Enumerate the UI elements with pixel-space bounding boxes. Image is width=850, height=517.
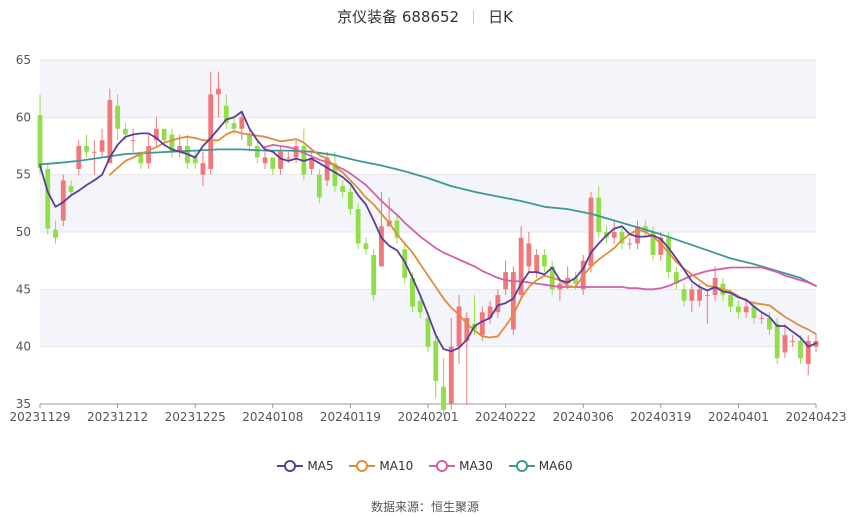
candle-body bbox=[735, 306, 741, 313]
x-tick-label: 20240201 bbox=[397, 410, 458, 424]
y-tick-label: 55 bbox=[16, 168, 31, 182]
x-tick-label: 20240306 bbox=[553, 410, 614, 424]
candle-body bbox=[798, 340, 803, 359]
x-tick-label: 20240319 bbox=[630, 410, 691, 424]
candle-body bbox=[759, 318, 765, 319]
candle-body bbox=[627, 243, 633, 245]
candle-body bbox=[316, 174, 322, 198]
candle-body bbox=[689, 289, 695, 301]
candle-body bbox=[247, 134, 252, 146]
legend-label-ma5: MA5 bbox=[307, 459, 334, 473]
x-tick-label: 20231212 bbox=[87, 410, 148, 424]
y-tick-label: 65 bbox=[16, 53, 31, 67]
candle-body bbox=[285, 157, 291, 159]
x-tick-label: 20240119 bbox=[320, 410, 381, 424]
candle-body bbox=[425, 318, 431, 347]
x-tick-label: 20240108 bbox=[242, 410, 303, 424]
legend-swatch-ma60 bbox=[508, 459, 535, 473]
candle-body bbox=[371, 254, 377, 296]
candle-body bbox=[417, 300, 423, 313]
legend-label-ma60: MA60 bbox=[538, 459, 573, 473]
candle-body bbox=[743, 306, 749, 313]
candle-body bbox=[37, 115, 43, 168]
candle-body bbox=[790, 340, 796, 342]
data-source: 数据来源：恒生聚源 bbox=[0, 498, 850, 515]
candle-body bbox=[681, 289, 687, 301]
candle-body bbox=[697, 289, 703, 301]
candle-body bbox=[84, 146, 89, 152]
candle-body bbox=[115, 105, 121, 129]
candle-body bbox=[363, 243, 369, 250]
legend-swatch-ma10 bbox=[349, 459, 376, 473]
x-tick-label: 20231129 bbox=[9, 410, 70, 424]
legend-swatch-ma30 bbox=[429, 459, 456, 473]
y-tick-label: 60 bbox=[16, 110, 31, 124]
x-tick-label: 20240423 bbox=[785, 410, 846, 424]
candle-body bbox=[270, 157, 276, 169]
candle-body bbox=[239, 117, 245, 129]
legend-label-ma10: MA10 bbox=[379, 459, 414, 473]
y-tick-label: 50 bbox=[16, 225, 31, 239]
candle-body bbox=[782, 335, 788, 353]
x-tick-label: 20231225 bbox=[165, 410, 226, 424]
candle-body bbox=[161, 128, 167, 141]
legend-item-ma5[interactable]: MA5 bbox=[277, 459, 334, 473]
candle-body bbox=[200, 163, 206, 175]
candle-body bbox=[99, 140, 105, 152]
x-tick-label: 20240401 bbox=[708, 410, 769, 424]
candle-body bbox=[130, 140, 136, 142]
legend-label-ma30: MA30 bbox=[459, 459, 493, 473]
candle-body bbox=[541, 254, 547, 267]
candle-body bbox=[728, 295, 734, 307]
candle-body bbox=[45, 168, 51, 229]
data-source-value: 恒生聚源 bbox=[431, 500, 480, 514]
candle-body bbox=[340, 186, 346, 192]
data-source-label: 数据来源： bbox=[370, 500, 431, 514]
candle-body bbox=[231, 123, 237, 129]
candle-body bbox=[278, 151, 283, 169]
candle-body bbox=[448, 346, 454, 404]
legend-item-ma60[interactable]: MA60 bbox=[508, 459, 573, 473]
candle-body bbox=[53, 229, 58, 238]
candlestick-chart: 35 40 45 50 55 60 65 20231129 20231212 20231225 20… bbox=[9, 53, 846, 424]
candle-body bbox=[433, 340, 439, 382]
candle-body bbox=[534, 254, 540, 273]
x-tick-label: 20240222 bbox=[475, 410, 536, 424]
candle-body bbox=[262, 157, 268, 164]
candle-body bbox=[704, 295, 710, 297]
y-tick-label: 45 bbox=[16, 282, 31, 296]
candle-body bbox=[355, 209, 361, 244]
candle-body bbox=[526, 243, 532, 267]
candle-body bbox=[68, 186, 74, 192]
grid-band bbox=[40, 60, 816, 118]
candle-body bbox=[216, 88, 221, 95]
candle-body bbox=[479, 312, 485, 336]
grid-band bbox=[40, 174, 816, 232]
y-tick-label: 35 bbox=[16, 397, 31, 411]
candle-body bbox=[208, 94, 214, 169]
chart-legend: MA5 MA10 MA30 MA60 bbox=[0, 459, 850, 473]
candle-body bbox=[76, 146, 82, 169]
candle-body bbox=[122, 128, 128, 135]
y-tick-label: 40 bbox=[16, 340, 31, 354]
candle-body bbox=[774, 323, 780, 359]
candle-body bbox=[347, 191, 353, 210]
legend-item-ma10[interactable]: MA10 bbox=[349, 459, 413, 473]
legend-item-ma30[interactable]: MA30 bbox=[429, 459, 493, 473]
candle-body bbox=[146, 146, 152, 164]
candle-body bbox=[254, 146, 260, 158]
legend-swatch-ma5 bbox=[277, 459, 304, 473]
candle-body bbox=[441, 386, 446, 410]
candle-body bbox=[91, 151, 97, 153]
candle-body bbox=[611, 232, 617, 238]
